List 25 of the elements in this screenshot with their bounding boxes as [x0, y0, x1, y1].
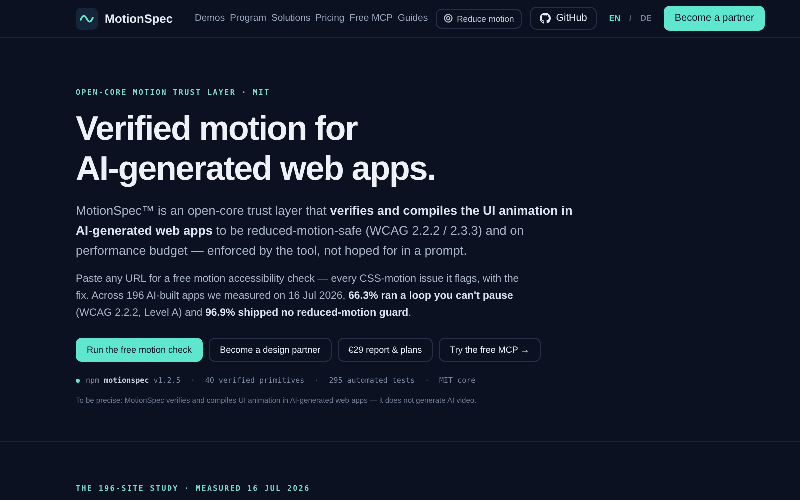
headline: AI-generated web apps.: [76, 149, 437, 189]
body-paragraph: Paste any URL for a free motion accessibility check — every CSS-motion issue it flags, with the fix. Across 196 AI-built apps we measured on 16 Jul 2026, 66.3% ran a loop you can't pause (WCAG 2.2.2, Level A) and 96.9% shipped no reduced-motion guard.: [76, 272, 520, 321]
headline: Verified motion for: [76, 109, 359, 149]
nav-link[interactable]: Guides: [398, 13, 428, 24]
nav-link[interactable]: Free MCP: [350, 13, 393, 24]
language-link[interactable]: EN: [609, 14, 620, 23]
nav-link[interactable]: Pricing: [316, 13, 345, 24]
nav-link[interactable]: Program: [230, 13, 267, 24]
github-button[interactable]: GitHub: [530, 7, 598, 30]
action-button[interactable]: Try the free MCP →: [439, 338, 541, 362]
partner-button[interactable]: Become a partner: [664, 6, 766, 31]
language-separator: /: [630, 14, 632, 23]
status-dot-icon: [76, 378, 80, 382]
github-icon: [540, 13, 552, 24]
wave-logo-icon: [76, 8, 98, 30]
nav-link[interactable]: Solutions: [272, 13, 311, 24]
lead-paragraph: MotionSpec™ is an open-core trust layer that verifies and compiles the UI animation in AI-generated web apps to be reduced-motion-safe (WCAG 2.2.2 / 2.3.3) and on performance budget — enforced by the tool, not hoped for in a prompt.: [76, 203, 574, 260]
target-icon: [444, 14, 454, 23]
nav-link[interactable]: Demos: [195, 13, 226, 24]
action-button[interactable]: Run the free motion check: [76, 338, 204, 362]
action-button[interactable]: Become a design partner: [209, 338, 332, 362]
reduce-motion-toggle[interactable]: Reduce motion: [436, 8, 522, 28]
brand-name[interactable]: MotionSpec: [105, 12, 173, 26]
action-button[interactable]: €29 report & plans: [338, 338, 434, 362]
language-link[interactable]: DE: [640, 14, 652, 23]
